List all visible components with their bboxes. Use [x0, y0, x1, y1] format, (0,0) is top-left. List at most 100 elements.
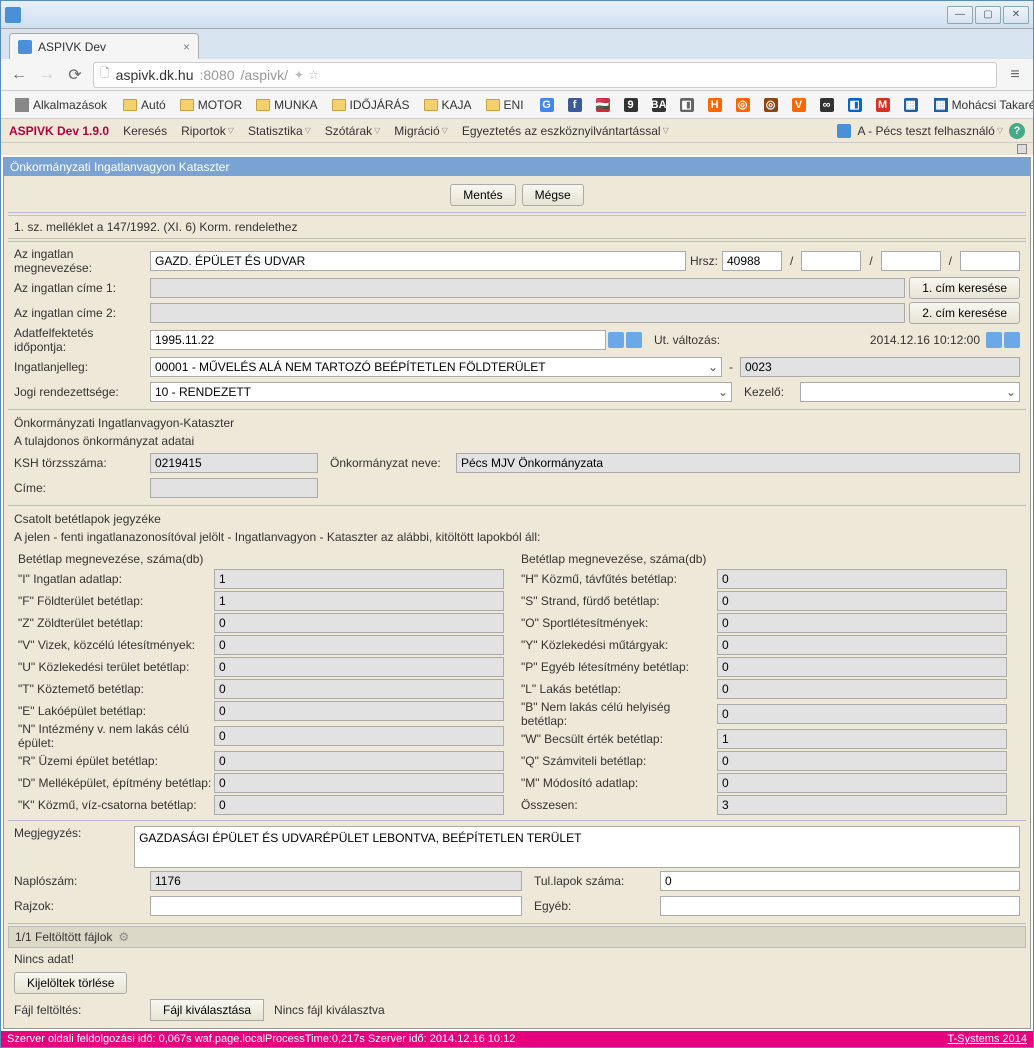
notes-textarea[interactable]	[134, 826, 1020, 868]
bookmark-folder[interactable]: IDŐJÁRÁS	[326, 96, 416, 114]
menu-item[interactable]: Riportok ▽	[181, 124, 234, 138]
bookmark-folder[interactable]: ENI	[480, 96, 530, 114]
calendar-icon[interactable]	[608, 332, 624, 348]
close-button[interactable]: ✕	[1003, 6, 1029, 24]
site-icon: V	[792, 98, 806, 112]
hrsz-part2[interactable]	[801, 251, 861, 271]
sheet-row: "R" Üzemi épület betétlap:	[14, 750, 517, 772]
bookmark-star-icon[interactable]: ☆	[308, 68, 319, 82]
site-icon: BA	[652, 98, 666, 112]
choose-file-button[interactable]: Fájl kiválasztása	[150, 999, 264, 1021]
browser-tabs: ASPIVK Dev ×	[1, 29, 1033, 59]
sheet-row: "O" Sportlétesítmények:	[517, 612, 1020, 634]
sheet-value	[717, 613, 1007, 633]
sheet-row: "D" Melléképület, építmény betétlap:	[14, 772, 517, 794]
tul-label: Tul.lapok száma:	[526, 874, 656, 888]
delete-selected-button[interactable]: Kijelöltek törlése	[14, 972, 127, 994]
site-icon: ◎	[736, 98, 750, 112]
sheet-row: "P" Egyéb létesítmény betétlap:	[517, 656, 1020, 678]
wand-icon[interactable]: ✦	[294, 68, 304, 82]
type-select[interactable]	[150, 357, 722, 377]
bookmark-icon[interactable]: 9	[618, 96, 644, 114]
hrsz-part4[interactable]	[960, 251, 1020, 271]
addr1-search-button[interactable]: 1. cím keresése	[909, 277, 1020, 299]
bookmark-icon[interactable]: V	[786, 96, 812, 114]
sheet-row: "S" Strand, fürdő betétlap:	[517, 590, 1020, 612]
tab-favicon	[18, 40, 32, 54]
main-panel: Önkormányzati Ingatlanvagyon Kataszter M…	[3, 157, 1031, 1029]
cancel-button[interactable]: Mégse	[522, 184, 584, 206]
sheet-value	[214, 726, 504, 746]
bookmark-icon[interactable]: H	[702, 96, 728, 114]
bookmark-folder[interactable]: KAJA	[418, 96, 478, 114]
app-icon	[5, 7, 21, 23]
sheet-value	[717, 679, 1007, 699]
bookmark-icon[interactable]: ◎	[730, 96, 756, 114]
menu-item[interactable]: Keresés	[123, 124, 167, 138]
owner-sub: A tulajdonos önkormányzat adatai	[14, 432, 1020, 450]
sheet-label: "W" Becsült érték betétlap:	[517, 732, 717, 746]
sheet-row: "Y" Közlekedési műtárgyak:	[517, 634, 1020, 656]
cime-input	[150, 478, 318, 498]
minimize-button[interactable]: —	[947, 6, 973, 24]
bookmark-folder[interactable]: MUNKA	[250, 96, 323, 114]
menu-item[interactable]: Egyeztetés az eszköznyilvántartással ▽	[462, 124, 669, 138]
url-path: /aspivk/	[241, 67, 288, 83]
egyeb-input[interactable]	[660, 896, 1020, 916]
sheet-value	[717, 704, 1007, 724]
help-icon[interactable]: ?	[1009, 123, 1025, 139]
chrome-menu-button[interactable]: ≡	[1005, 65, 1025, 85]
reload-button[interactable]: ⟳	[65, 65, 85, 85]
apps-bookmark[interactable]: Alkalmazások	[9, 96, 113, 114]
maximize-button[interactable]: ▢	[975, 6, 1001, 24]
bookmark-icon[interactable]: ∞	[814, 96, 840, 114]
bookmark-icon[interactable]: G	[534, 96, 560, 114]
sheet-row: "Q" Számviteli betétlap:	[517, 750, 1020, 772]
bookmark-icon[interactable]: M	[870, 96, 896, 114]
addr2-input[interactable]	[150, 303, 905, 323]
site-icon: ◎	[764, 98, 778, 112]
bookmark-icon[interactable]: ◎	[758, 96, 784, 114]
user-menu[interactable]: A - Pécs teszt felhasználó▽	[857, 124, 1003, 138]
date-input[interactable]	[150, 330, 606, 350]
bookmark-icon[interactable]: ▦	[898, 96, 924, 114]
forward-button[interactable]: →	[37, 65, 57, 85]
site-icon: ▦	[904, 98, 918, 112]
tul-input[interactable]	[660, 871, 1020, 891]
site-icon: H	[708, 98, 722, 112]
name-input[interactable]	[150, 251, 686, 271]
bookmark-icon[interactable]: 🇭🇺	[590, 96, 616, 114]
bookmark-icon[interactable]: ◧	[674, 96, 700, 114]
bank-bookmark[interactable]: ▦Mohácsi Takarék Bank ...	[928, 96, 1033, 114]
bookmark-icon[interactable]: f	[562, 96, 588, 114]
menu-item[interactable]: Statisztika ▽	[248, 124, 311, 138]
calendar-icon-2[interactable]	[1004, 332, 1020, 348]
onk-label: Önkormányzat neve:	[322, 456, 452, 470]
gear-icon[interactable]: ⚙	[118, 930, 129, 944]
sheet-label: "T" Köztemető betétlap:	[14, 682, 214, 696]
calendar-icon[interactable]	[986, 332, 1002, 348]
hrsz-input[interactable]	[722, 251, 782, 271]
menu-item[interactable]: Szótárak ▽	[325, 124, 381, 138]
collapse-icon[interactable]	[1017, 144, 1027, 154]
bookmark-folder[interactable]: MOTOR	[174, 96, 248, 114]
bookmark-icon[interactable]: ◧	[842, 96, 868, 114]
kezelo-select[interactable]	[800, 382, 1020, 402]
bookmark-icon[interactable]: BA	[646, 96, 672, 114]
menu-item[interactable]: Migráció ▽	[394, 124, 448, 138]
sheet-value	[717, 591, 1007, 611]
hrsz-label: Hrsz:	[690, 254, 718, 268]
browser-tab[interactable]: ASPIVK Dev ×	[9, 33, 199, 59]
addr2-search-button[interactable]: 2. cím keresése	[909, 302, 1020, 324]
bookmark-folder[interactable]: Autó	[117, 96, 172, 114]
section-header: 1. sz. melléklet a 147/1992. (XI. 6) Kor…	[8, 215, 1026, 239]
tab-close-icon[interactable]: ×	[183, 40, 190, 54]
url-bar[interactable]: 🗋 aspivk.dk.hu:8080/aspivk/ ✦ ☆	[93, 62, 997, 88]
back-button[interactable]: ←	[9, 65, 29, 85]
rajzok-input[interactable]	[150, 896, 522, 916]
hrsz-part3[interactable]	[881, 251, 941, 271]
addr1-input[interactable]	[150, 278, 905, 298]
calendar-icon-2[interactable]	[626, 332, 642, 348]
save-button[interactable]: Mentés	[450, 184, 515, 206]
legal-select[interactable]	[150, 382, 732, 402]
